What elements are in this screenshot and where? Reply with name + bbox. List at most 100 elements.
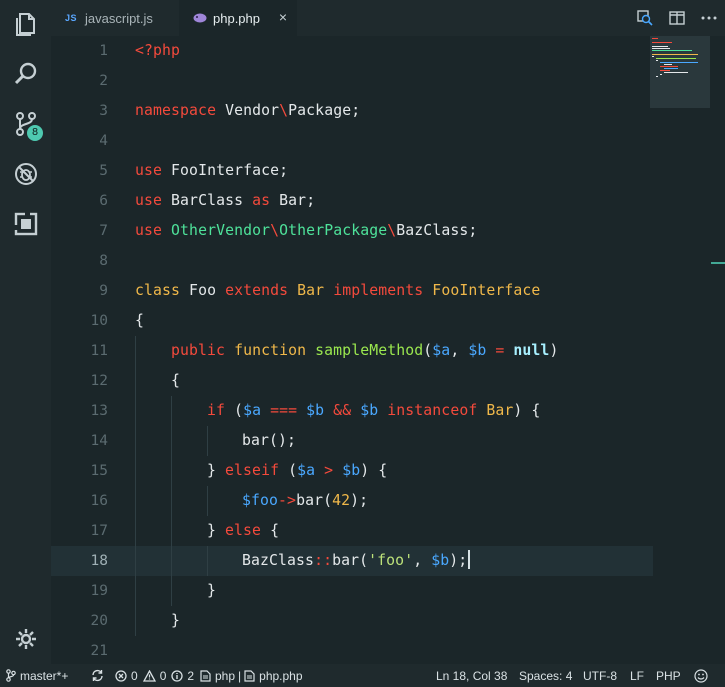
code-line: 17 } else { <box>51 516 653 546</box>
cursor-position-marker <box>711 262 725 264</box>
language-mode[interactable]: PHP <box>656 664 681 687</box>
indentation[interactable]: Spaces: 4 <box>519 664 572 687</box>
line-number: 20 <box>90 613 108 629</box>
breadcrumb[interactable]: php | php.php <box>200 664 303 687</box>
more-actions-icon[interactable] <box>693 0 725 36</box>
code-line: 1 <?php <box>51 36 653 66</box>
operator: && <box>324 402 361 419</box>
keyword-public: public <box>171 342 226 359</box>
variable: $b <box>342 462 361 479</box>
breadcrumb-language: php <box>215 668 236 683</box>
keyword-extends: extends <box>225 282 289 299</box>
end-of-line[interactable]: LF <box>630 664 644 687</box>
code-line: 13 if ($a === $b && $b instanceof Bar) { <box>51 396 653 426</box>
namespace-name: Vendor <box>216 102 280 119</box>
code-line: 8 <box>51 246 653 276</box>
indent-guide <box>135 426 136 456</box>
branch-indicator[interactable]: master*+ <box>6 664 68 687</box>
operator: === <box>261 402 307 419</box>
keyword-use: use <box>135 222 163 239</box>
line-number: 9 <box>99 283 108 299</box>
paren-brace: ) { <box>360 462 388 479</box>
comma: , <box>450 342 469 359</box>
cursor-position[interactable]: Ln 18, Col 38 <box>436 664 507 687</box>
settings-gear-icon[interactable] <box>0 617 51 661</box>
tab-label: php.php <box>213 10 260 26</box>
sync-button[interactable] <box>91 664 108 687</box>
brace: } <box>171 612 181 629</box>
indent-guide <box>135 396 136 426</box>
line-number: 11 <box>90 343 108 359</box>
feedback-button[interactable] <box>694 664 712 687</box>
paren: ); <box>449 552 468 569</box>
line-number: 12 <box>90 373 108 389</box>
indent-guide <box>135 606 136 636</box>
encoding[interactable]: UTF-8 <box>583 664 617 687</box>
method-call: bar( <box>332 552 369 569</box>
extensions-icon[interactable] <box>0 202 51 246</box>
line-number: 6 <box>99 193 108 209</box>
brace: } <box>207 582 217 599</box>
tab-label: javascript.js <box>85 10 153 26</box>
explorer-icon[interactable] <box>0 2 51 46</box>
info-count: 2 <box>187 668 195 683</box>
code-line: 6 use BarClass as Bar; <box>51 186 653 216</box>
text-cursor <box>468 550 471 569</box>
brace: } <box>207 462 226 479</box>
variable: $b <box>306 402 325 419</box>
variable: $b <box>431 552 450 569</box>
brace: { <box>261 522 280 539</box>
search-icon[interactable] <box>0 52 51 96</box>
interface-name: FooInterface <box>423 282 541 299</box>
smiley-icon <box>694 668 708 683</box>
tab-bar: JS javascript.js php.php × <box>51 0 725 36</box>
indent-guide <box>171 516 172 546</box>
keyword-if: if <box>207 402 226 419</box>
code-line: 10 { <box>51 306 653 336</box>
tab-php[interactable]: php.php × <box>179 0 297 36</box>
line-number: 4 <box>99 133 108 149</box>
split-editor-icon[interactable] <box>661 0 693 36</box>
line-number: 7 <box>99 223 108 239</box>
line-number: 18 <box>90 553 108 569</box>
brace: { <box>171 372 181 389</box>
parent-class: Bar <box>288 282 334 299</box>
use-target: FooInterface; <box>162 162 289 179</box>
indent-guide <box>135 456 136 486</box>
indent-guide <box>207 426 208 456</box>
close-icon[interactable]: × <box>279 9 287 25</box>
indent-guide <box>171 486 172 516</box>
file-icon <box>244 669 255 682</box>
tab-javascript[interactable]: JS javascript.js <box>51 0 179 36</box>
function-call: bar(); <box>242 432 297 449</box>
source-control-icon[interactable] <box>0 102 51 146</box>
error-count: 0 <box>131 668 138 683</box>
variable: $a <box>297 462 316 479</box>
code-line: 5 use FooInterface; <box>51 156 653 186</box>
operator: > <box>315 462 343 479</box>
line-number: 5 <box>99 163 108 179</box>
class-ref: BazClass <box>242 552 315 569</box>
overview-ruler[interactable] <box>711 36 725 664</box>
keyword-namespace: namespace <box>135 102 217 119</box>
namespace-separator: \ <box>270 222 280 239</box>
paren-brace: ) { <box>513 402 541 419</box>
open-changes-icon[interactable] <box>629 0 661 36</box>
code-line: 19 } <box>51 576 653 606</box>
branch-name: master*+ <box>20 668 69 683</box>
paren: ); <box>350 492 369 509</box>
line-number: 17 <box>90 523 108 539</box>
variable: $a <box>432 342 451 359</box>
status-bar: master*+ 0 0 2 php | php.php Ln 18, Col … <box>0 664 725 687</box>
indent-guide <box>135 336 136 366</box>
keyword-class: class <box>135 282 181 299</box>
problems-indicator[interactable]: 0 0 2 <box>115 664 194 687</box>
use-target: BarClass <box>162 192 253 209</box>
minimap[interactable] <box>650 36 710 108</box>
git-branch-icon <box>6 669 16 682</box>
use-target: BazClass; <box>396 222 478 239</box>
code-editor[interactable]: 1 <?php 2 3 namespace Vendor\Package; 4 … <box>51 36 725 664</box>
indent-guide <box>135 366 136 396</box>
line-number: 16 <box>90 493 108 509</box>
debug-icon[interactable] <box>0 152 51 196</box>
